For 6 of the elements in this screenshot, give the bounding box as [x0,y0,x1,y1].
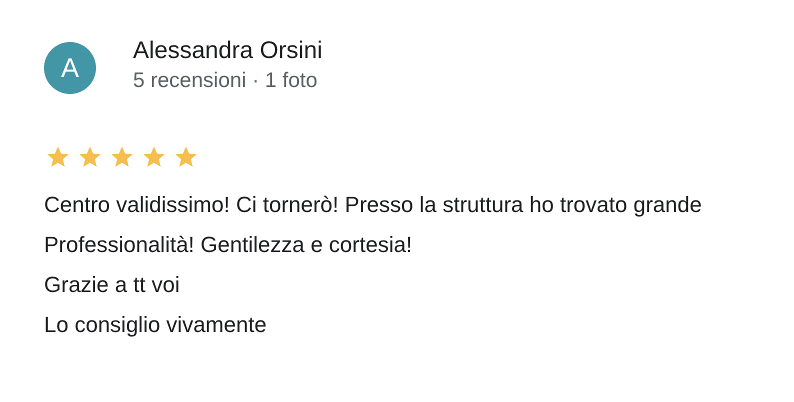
review-text: Lo consiglio vivamente [44,311,268,339]
review-count: 5 recensioni · 1 foto [133,69,318,93]
avatar: A [44,42,96,94]
review-text: Grazie a tt voi [44,271,181,299]
author-name[interactable]: Alessandra Orsini [133,37,322,65]
review-text: Centro validissimo! Ci tornerò! Presso la struttura ho trovato grande Professionalità! Gentilezza e cortesia! [44,191,703,259]
